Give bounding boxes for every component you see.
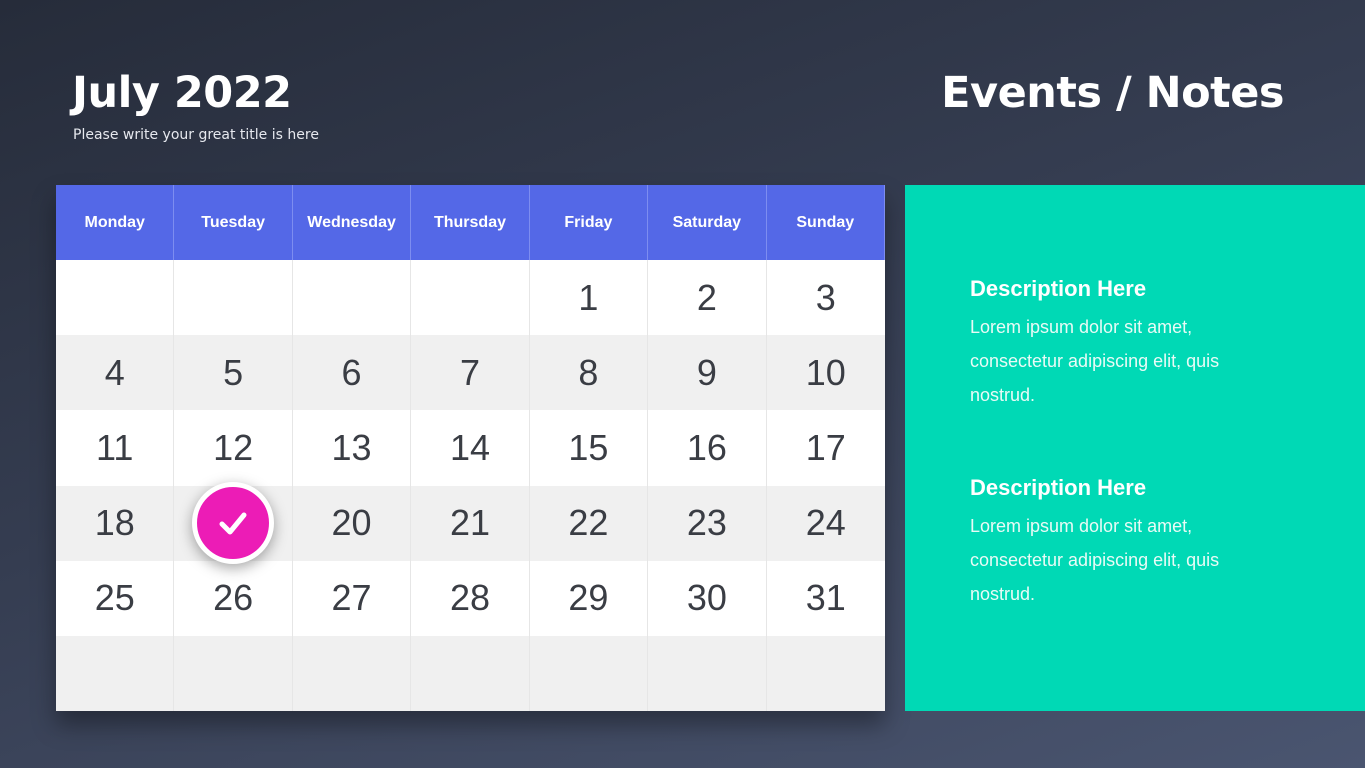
day-cell[interactable]: 1 — [529, 260, 649, 336]
note-body: Lorem ipsum dolor sit amet, consectetur … — [970, 317, 1220, 405]
day-cell[interactable]: 29 — [529, 560, 649, 636]
day-cell[interactable]: 17 — [766, 410, 885, 486]
note-block: Description Here Lorem ipsum dolor sit a… — [970, 276, 1270, 412]
day-cell[interactable]: 6 — [292, 335, 412, 411]
weekday-header: Friday — [529, 185, 649, 261]
page-subtitle: Please write your great title is here — [73, 127, 319, 143]
check-badge[interactable] — [192, 482, 275, 565]
day-cell[interactable]: 13 — [292, 410, 412, 486]
day-cell[interactable]: 27 — [292, 560, 412, 636]
day-cell[interactable]: 11 — [56, 410, 175, 486]
day-cell[interactable]: 4 — [56, 335, 175, 411]
note-block: Description Here Lorem ipsum dolor sit a… — [970, 475, 1270, 611]
day-cell[interactable]: 9 — [648, 335, 767, 411]
day-cell[interactable]: 12 — [174, 410, 293, 486]
day-cell[interactable] — [411, 635, 530, 711]
day-cell[interactable]: 30 — [648, 560, 767, 636]
day-cell[interactable] — [292, 260, 412, 336]
weekday-header: Thursday — [411, 185, 530, 261]
weekday-header: Sunday — [766, 185, 885, 261]
day-cell[interactable]: 14 — [411, 410, 530, 486]
day-cell[interactable]: 8 — [529, 335, 649, 411]
day-cell[interactable]: 18 — [56, 485, 175, 561]
notes-panel: Description Here Lorem ipsum dolor sit a… — [905, 185, 1365, 711]
day-cell[interactable]: 3 — [766, 260, 885, 336]
day-cell[interactable] — [56, 260, 175, 336]
day-cell[interactable]: 21 — [411, 485, 530, 561]
day-cell[interactable]: 24 — [766, 485, 885, 561]
note-heading: Description Here — [970, 276, 1147, 301]
day-cell[interactable]: 20 — [292, 485, 412, 561]
note-body: Lorem ipsum dolor sit amet, consectetur … — [970, 516, 1220, 604]
day-cell[interactable]: 10 — [766, 335, 885, 411]
day-cell[interactable]: 15 — [529, 410, 649, 486]
day-cell[interactable]: 7 — [411, 335, 530, 411]
day-cell[interactable]: 31 — [766, 560, 885, 636]
weekday-header: Saturday — [648, 185, 767, 261]
day-cell[interactable]: 26 — [174, 560, 293, 636]
checkmark-icon — [219, 512, 247, 535]
day-cell[interactable] — [56, 635, 175, 711]
day-cell[interactable]: 22 — [529, 485, 649, 561]
events-title: Events / Notes — [941, 68, 1284, 118]
day-cell[interactable]: 5 — [174, 335, 293, 411]
day-cell[interactable] — [766, 635, 885, 711]
calendar-grid: Monday Tuesday Wednesday Thursday Friday… — [56, 185, 885, 711]
day-cell[interactable] — [174, 635, 293, 711]
day-cell[interactable] — [648, 635, 767, 711]
day-cell[interactable]: 23 — [648, 485, 767, 561]
day-cell[interactable]: 28 — [411, 560, 530, 636]
day-cell[interactable]: 2 — [648, 260, 767, 336]
day-cell-checked[interactable]: 19 — [174, 482, 293, 565]
day-cell[interactable] — [411, 260, 530, 336]
weekday-header: Tuesday — [174, 185, 293, 261]
day-cell[interactable]: 25 — [56, 560, 175, 636]
weekday-header: Wednesday — [292, 185, 412, 261]
day-cell[interactable] — [174, 260, 293, 336]
day-cell[interactable] — [292, 635, 412, 711]
note-heading: Description Here — [970, 475, 1147, 500]
weekday-header: Monday — [56, 185, 175, 261]
month-title: July 2022 — [72, 68, 292, 118]
day-cell[interactable]: 16 — [648, 410, 767, 486]
day-cell[interactable] — [529, 635, 649, 711]
